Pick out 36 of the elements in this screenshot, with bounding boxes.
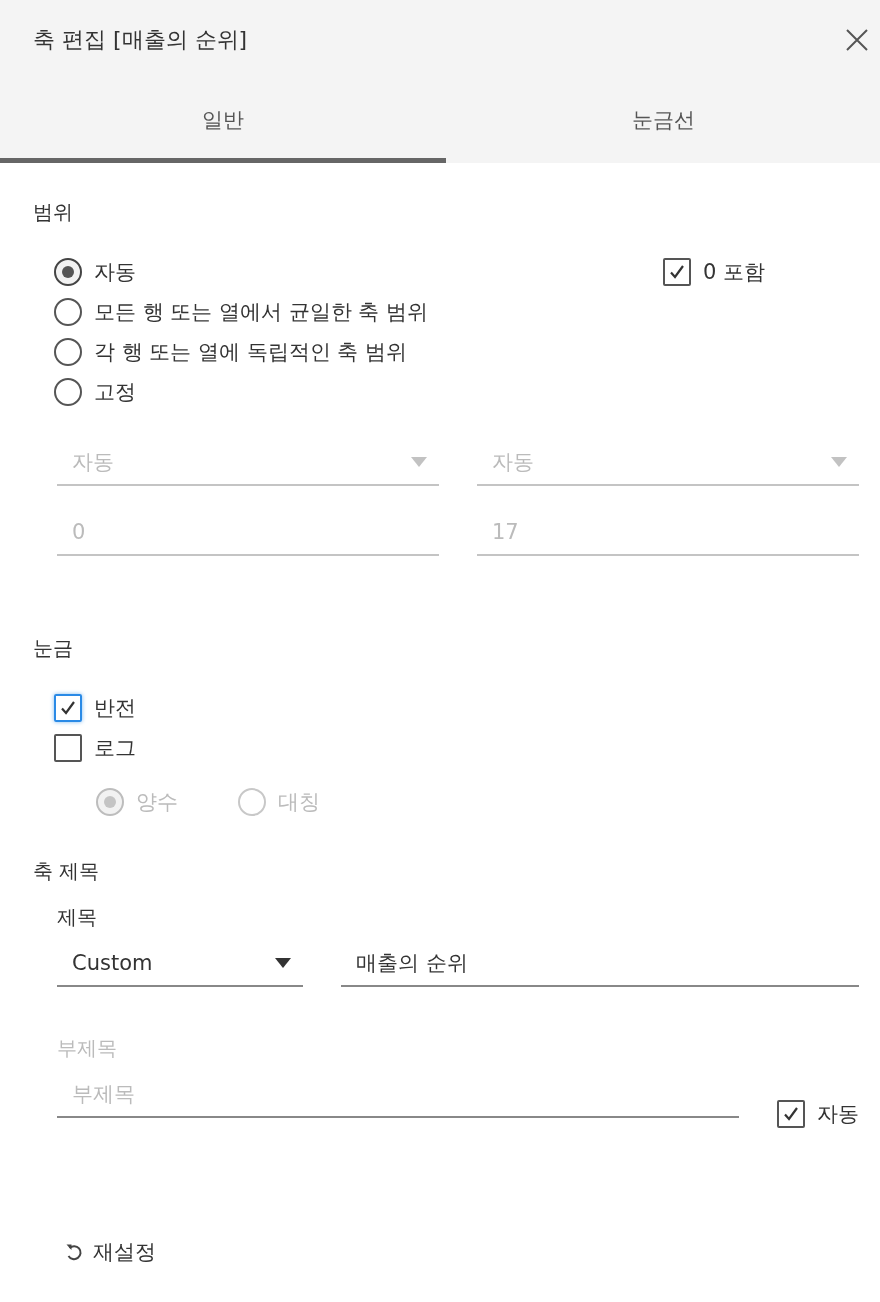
input-field[interactable]: 부제목 [57,1072,739,1118]
option-label: 고정 [94,379,136,406]
caret-icon [831,457,847,467]
section-heading: 눈금 [33,635,74,662]
section-heading: 축 제목 [33,858,101,885]
dialog-title: 축 편집 [매출의 순위] [33,26,248,54]
option-label: 각 행 또는 열에 독립적인 축 범위 [94,339,408,366]
checkbox-label: 반전 [94,695,136,722]
option-label: 대칭 [278,789,320,816]
option-label: 모든 행 또는 열에서 균일한 축 범위 [94,299,429,326]
caret-icon [275,958,291,968]
radio-button[interactable] [54,258,82,286]
undo-icon [65,1242,83,1262]
option-label: 양수 [136,789,178,816]
close-icon [846,29,868,51]
section-heading: 범위 [33,199,74,226]
checkbox[interactable] [777,1100,805,1128]
radio-button[interactable] [54,338,82,366]
checkbox-label: 로그 [94,735,136,762]
field-label: 제목 [57,904,98,931]
option-label: 자동 [94,259,136,286]
caret-icon [411,457,427,467]
checkbox-label: 0 포함 [703,259,766,286]
tab[interactable]: 일반 [0,80,446,163]
checkbox[interactable] [663,258,691,286]
reset-button[interactable]: 재설정 [65,1238,156,1266]
checkbox[interactable] [54,694,82,722]
checkbox-label: 자동 [817,1101,859,1128]
tab[interactable]: 눈금선 [446,80,880,163]
input-field[interactable]: 매출의 순위 [341,941,859,987]
checkbox[interactable] [54,734,82,762]
radio-button[interactable] [54,378,82,406]
field-label: 부제목 [57,1035,118,1062]
close-button[interactable] [844,27,870,53]
dropdown[interactable]: Custom [57,941,303,987]
radio-button[interactable] [54,298,82,326]
